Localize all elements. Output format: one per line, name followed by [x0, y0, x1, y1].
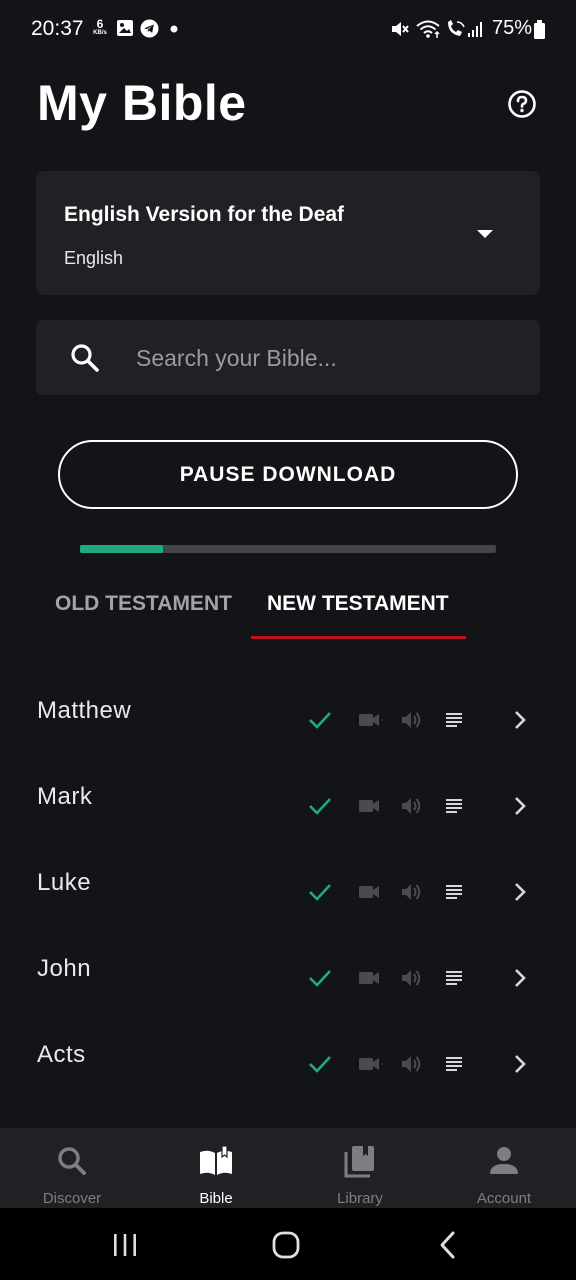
battery-percent: 75%	[492, 17, 533, 39]
wifi-icon	[416, 20, 440, 38]
check-icon	[309, 798, 331, 815]
text-lines-icon	[446, 713, 462, 727]
volume-icon	[402, 798, 421, 814]
chevron-right-icon[interactable]	[511, 956, 531, 1000]
image-icon	[117, 20, 133, 36]
status-time: 20:37	[31, 17, 84, 40]
back-icon[interactable]	[438, 1230, 458, 1260]
nav-account[interactable]: Account	[432, 1128, 576, 1208]
net-speed-value: 6	[96, 17, 104, 31]
volume-icon	[402, 1056, 421, 1072]
text-lines-icon	[446, 799, 462, 813]
chevron-right-icon[interactable]	[511, 698, 531, 742]
text-lines-icon	[446, 971, 462, 985]
book-row[interactable]: Mark	[0, 763, 576, 849]
nav-label: Discover	[42, 1190, 102, 1207]
check-icon	[309, 884, 331, 901]
signal-icon	[468, 22, 482, 37]
open-book-icon	[200, 1145, 232, 1175]
net-speed: 6 KB/s	[89, 18, 111, 36]
volume-icon	[402, 712, 421, 728]
volume-icon	[402, 970, 421, 986]
library-icon	[344, 1146, 374, 1178]
download-progress-bar	[80, 545, 496, 553]
nav-label: Bible	[199, 1190, 233, 1207]
volume-icon	[402, 884, 421, 900]
dot-icon	[170, 25, 178, 33]
video-icon	[359, 800, 379, 812]
search-icon	[71, 344, 99, 372]
recent-apps-icon[interactable]	[112, 1232, 138, 1258]
book-row[interactable]: Acts	[0, 1021, 576, 1107]
person-icon	[490, 1147, 518, 1174]
check-icon	[309, 712, 331, 729]
search-icon	[58, 1147, 86, 1175]
video-icon	[359, 886, 379, 898]
caret-down-icon	[477, 230, 493, 238]
wifi-calling-icon	[448, 20, 465, 36]
book-row[interactable]: John	[0, 935, 576, 1021]
chevron-right-icon[interactable]	[511, 784, 531, 828]
pause-download-button[interactable]: PAUSE DOWNLOAD	[58, 440, 518, 509]
book-name: Acts	[37, 1041, 86, 1068]
active-tab-indicator	[251, 636, 466, 639]
book-row[interactable]: Luke	[0, 849, 576, 935]
bottom-navigation: Discover Bible Library Account	[0, 1128, 576, 1208]
tab-old-testament[interactable]: OLD TESTAMENT	[55, 592, 232, 616]
book-name: John	[37, 955, 92, 982]
nav-bible[interactable]: Bible	[144, 1128, 288, 1208]
telegram-icon	[140, 19, 159, 38]
check-icon	[309, 1056, 331, 1073]
video-icon	[359, 714, 379, 726]
home-icon[interactable]	[271, 1230, 301, 1260]
battery-icon	[534, 20, 545, 39]
search-box[interactable]	[36, 320, 540, 395]
version-language: English	[64, 248, 124, 268]
text-lines-icon	[446, 1057, 462, 1071]
nav-library[interactable]: Library	[288, 1128, 432, 1208]
page-title: My Bible	[37, 75, 247, 131]
nav-discover[interactable]: Discover	[0, 1128, 144, 1208]
video-icon	[359, 972, 379, 984]
video-icon	[359, 1058, 379, 1070]
nav-label: Library	[337, 1190, 383, 1207]
search-input[interactable]	[136, 338, 516, 378]
nav-label: Account	[476, 1190, 532, 1207]
chevron-right-icon[interactable]	[511, 1042, 531, 1086]
check-icon	[309, 970, 331, 987]
book-name: Mark	[37, 783, 93, 810]
net-speed-unit: KB/s	[93, 30, 107, 36]
book-name: Luke	[37, 869, 92, 896]
chevron-right-icon[interactable]	[511, 870, 531, 914]
text-lines-icon	[446, 885, 462, 899]
download-progress-fill	[80, 545, 164, 553]
app-screen: 20:37 6 KB/s 75% My Bible English Versio…	[0, 0, 576, 1280]
system-navigation-bar	[0, 1208, 576, 1280]
mute-icon	[392, 22, 409, 36]
book-row[interactable]: Matthew	[0, 677, 576, 763]
help-circle-icon[interactable]	[507, 89, 537, 119]
version-name: English Version for the Deaf	[64, 203, 345, 226]
book-name: Matthew	[37, 697, 132, 724]
status-bar: 20:37 6 KB/s 75%	[0, 0, 576, 60]
version-selector[interactable]: English Version for the Deaf English	[36, 171, 540, 295]
tab-new-testament[interactable]: NEW TESTAMENT	[267, 592, 449, 616]
